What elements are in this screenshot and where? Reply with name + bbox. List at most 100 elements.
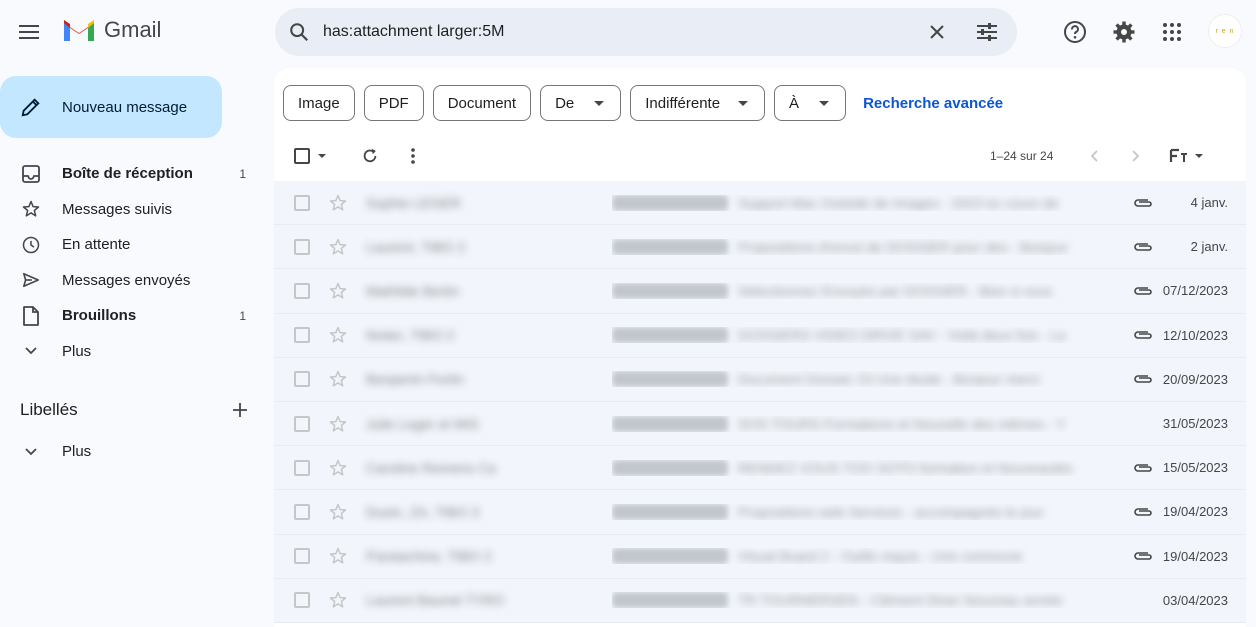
email-row[interactable]: Paraiachine, TIBO 2 Visual Board 2 - Out… (274, 534, 1246, 579)
email-sender: Sophie LEGER (366, 194, 461, 211)
labels-more[interactable]: Plus (0, 434, 260, 470)
next-page-icon[interactable] (1122, 140, 1150, 172)
filter-chip-image[interactable]: Image (283, 85, 355, 121)
star-toggle-icon[interactable] (328, 369, 348, 389)
email-subject-block: TR TOURNERSEN - Clément Diner Nouveau an… (612, 592, 1120, 609)
star-toggle-icon[interactable] (328, 237, 348, 257)
input-tools-icon[interactable] (1164, 140, 1208, 172)
sidebar-item-sent[interactable]: Messages envoyés (0, 263, 260, 299)
add-label-icon[interactable] (228, 398, 252, 422)
email-row[interactable]: Julie Leger et MIS SOS TOURS Formations … (274, 401, 1246, 447)
email-row[interactable]: Dusin, ZA, TIBO 3 Propositions web Servi… (274, 490, 1246, 535)
search-bar[interactable]: has:attachment larger:5M (275, 8, 1017, 56)
main-menu-button[interactable] (12, 14, 48, 50)
email-sender: Laurent Baunet TYRO (366, 592, 505, 609)
sidebar-item-more[interactable]: Plus (0, 334, 260, 370)
filter-chip-pdf[interactable]: PDF (363, 85, 424, 121)
email-subject-block: Propositions d'envoi de DOSSIER pour des… (612, 238, 1120, 255)
attachment-icon (1132, 328, 1154, 342)
email-tag (612, 503, 728, 520)
star-toggle-icon[interactable] (328, 590, 348, 610)
email-row[interactable]: Caroline Remens Ca RENDEZ VOUS TOO SOTO … (274, 446, 1246, 491)
star-toggle-icon[interactable] (328, 458, 348, 478)
email-row[interactable]: Laurent Baunet TYRO TR TOURNERSEN - Clém… (274, 578, 1246, 623)
row-checkbox[interactable] (294, 548, 310, 565)
more-options-icon[interactable] (398, 140, 428, 172)
star-toggle-icon[interactable] (328, 281, 348, 301)
help-icon[interactable] (1057, 14, 1093, 50)
sidebar-item-drafts[interactable]: Brouillons 1 (0, 298, 260, 334)
sidebar-item-label: Brouillons (62, 307, 137, 325)
pagination-label: 1–24 sur 24 (990, 149, 1054, 163)
sidebar-item-starred[interactable]: Messages suivis (0, 192, 260, 228)
email-subject: DOSSIERS VIDEO DRIVE SAV - Voilà deux fo… (738, 327, 1067, 344)
sidebar-nav: Boîte de réception 1 Messages suivis En … (0, 156, 260, 369)
filter-chip-from[interactable]: De (540, 85, 622, 121)
row-checkbox[interactable] (294, 282, 310, 299)
star-toggle-icon[interactable] (328, 193, 348, 213)
sidebar-item-label: Boîte de réception (62, 165, 193, 183)
email-row[interactable]: Laurent, TIBO 2 Propositions d'envoi de … (274, 225, 1246, 270)
clear-search-icon[interactable] (913, 8, 961, 56)
email-sender: Caroline Remens Ca (366, 459, 496, 476)
dropdown-caret-icon (594, 100, 605, 106)
email-sender: Benjamin Fortin (366, 371, 465, 388)
dropdown-caret-icon (819, 100, 830, 106)
email-row[interactable]: Sophie LEGER Support Mac Outside de Imag… (274, 181, 1246, 226)
search-input[interactable]: has:attachment larger:5M (323, 23, 913, 41)
settings-gear-icon[interactable] (1106, 14, 1142, 50)
row-checkbox[interactable] (294, 459, 310, 476)
search-options-icon[interactable] (963, 8, 1011, 56)
sidebar-item-label: Plus (62, 342, 92, 360)
row-checkbox[interactable] (294, 238, 310, 255)
pencil-icon (21, 98, 40, 117)
sidebar-item-label: Messages suivis (62, 200, 173, 218)
row-checkbox[interactable] (294, 592, 310, 609)
star-toggle-icon[interactable] (328, 325, 348, 345)
sidebar-item-inbox[interactable]: Boîte de réception 1 (0, 156, 260, 192)
filter-chip-date[interactable]: Indifférente (630, 85, 766, 121)
attachment-icon (1132, 240, 1154, 254)
advanced-search-link[interactable]: Recherche avancée (863, 95, 1003, 112)
row-checkbox[interactable] (294, 327, 310, 344)
email-tag (612, 459, 728, 476)
search-icon[interactable] (275, 8, 323, 56)
email-sender: Laurent, TIBO 2 (366, 238, 466, 255)
email-subject: Support Mac Outside de Images - 2023 ex … (738, 194, 1059, 211)
row-checkbox[interactable] (294, 503, 310, 520)
row-checkbox[interactable] (294, 194, 310, 211)
email-row[interactable]: Nolan, TIBO 2 DOSSIERS VIDEO DRIVE SAV -… (274, 313, 1246, 358)
email-subject-block: DOSSIERS VIDEO DRIVE SAV - Voilà deux fo… (612, 327, 1120, 344)
search-filter-chips: Image PDF Document De Indifférente À Rec… (283, 85, 1003, 121)
email-subject: SOS TOURS Formations et Nouvelle des mêm… (738, 415, 1066, 432)
refresh-icon[interactable] (354, 140, 386, 172)
star-icon (20, 198, 42, 220)
filter-chip-to[interactable]: À (774, 85, 847, 121)
attachment-icon (1132, 196, 1154, 210)
star-toggle-icon[interactable] (328, 546, 348, 566)
star-toggle-icon[interactable] (328, 502, 348, 522)
apps-grid-icon[interactable] (1154, 14, 1190, 50)
draft-count: 1 (239, 308, 246, 323)
select-all-checkbox[interactable] (288, 140, 332, 172)
email-date: 12/10/2023 (1162, 327, 1228, 343)
clock-icon (20, 234, 42, 256)
email-subject-block: Visual Board 2 - Outils requis - Une com… (612, 548, 1120, 565)
email-tag (612, 592, 728, 609)
gmail-logo[interactable]: Gmail (62, 17, 161, 43)
sidebar-item-snoozed[interactable]: En attente (0, 227, 260, 263)
email-subject-block: Support Mac Outside de Images - 2023 ex … (612, 194, 1120, 211)
attachment-icon (1132, 284, 1154, 298)
row-checkbox[interactable] (294, 371, 310, 388)
row-checkbox[interactable] (294, 415, 310, 432)
previous-page-icon[interactable] (1080, 140, 1108, 172)
email-row[interactable]: Benjamin Fortin Document Dossier 23 Une … (274, 357, 1246, 402)
star-toggle-icon[interactable] (328, 414, 348, 434)
email-tag (612, 371, 728, 388)
email-sender: Nolan, TIBO 2 (366, 327, 455, 344)
filter-chip-document[interactable]: Document (432, 85, 532, 121)
draft-icon (20, 305, 42, 327)
account-avatar[interactable]: r e n (1208, 14, 1242, 48)
email-row[interactable]: Mathilde Bertin Sélectionnez Envoyés par… (274, 269, 1246, 314)
compose-button[interactable]: Nouveau message (0, 76, 222, 138)
